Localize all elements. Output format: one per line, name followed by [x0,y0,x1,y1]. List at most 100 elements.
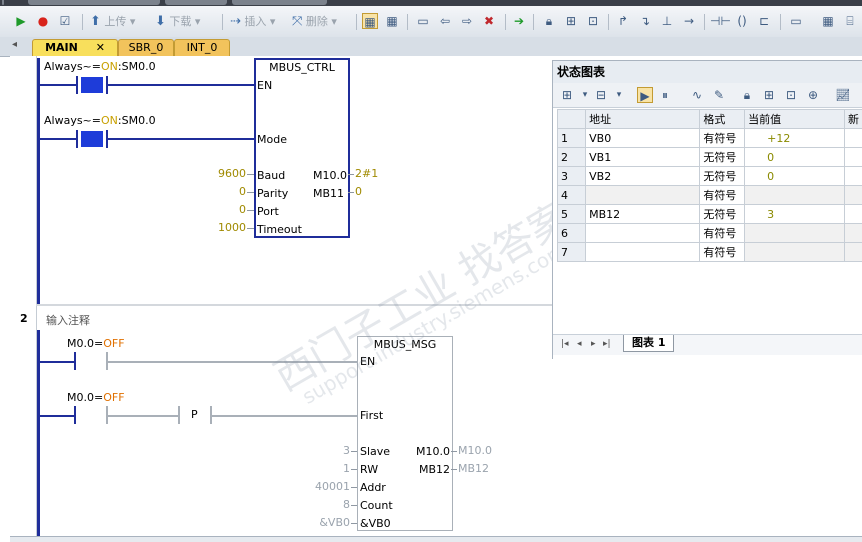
address-cell[interactable] [586,224,700,243]
delete-button[interactable]: ⤧ 删除 ▾ [292,12,337,32]
table-row[interactable]: 6 有符号 [558,224,862,243]
address-cell[interactable]: VB2 [586,167,700,186]
error-value[interactable]: 0 [355,185,362,198]
go-icon[interactable]: ➔ [511,13,527,29]
line-right-icon[interactable]: → [681,13,697,29]
new-value-cell[interactable] [844,167,862,186]
timeout-value[interactable]: 1000 [200,221,246,234]
lock-icon[interactable]: 🔒︎ [541,13,557,29]
chart-icon[interactable]: 📈︎ [835,87,851,103]
trend-icon[interactable]: ∿ [689,87,705,103]
contact-icon[interactable]: ⊣⊢ [710,13,726,29]
format-cell[interactable]: 无符号 [700,167,745,186]
branch-up-icon[interactable]: ↱ [615,13,631,29]
lock-icon[interactable]: 🔒︎ [739,87,755,103]
address-cell[interactable]: MB12 [586,205,700,224]
insert-button[interactable]: ⇢ 插入 ▾ [230,12,275,32]
baud-value[interactable]: 9600 [200,167,246,180]
tab-sbr0[interactable]: SBR_0 [118,39,174,56]
program-status-icon[interactable]: ▦ [362,13,378,29]
table-row[interactable]: 4 有符号 [558,186,862,205]
contact-on-indicator[interactable] [81,131,103,147]
column-header[interactable]: 当前值 [745,110,845,129]
tab-chart-1[interactable]: 图表 1 [623,335,674,352]
force-icon[interactable]: ⊡ [783,87,799,103]
done-value[interactable]: 2#1 [355,167,378,180]
new-value-cell[interactable] [844,148,862,167]
force-icon[interactable]: ⊡ [585,13,601,29]
format-cell[interactable]: 有符号 [700,224,745,243]
upload-button[interactable]: ⬆ 上传 ▾ [90,12,135,32]
stop-icon[interactable]: ● [35,13,51,29]
tab-int0[interactable]: INT_0 [174,39,230,56]
format-cell[interactable]: 无符号 [700,205,745,224]
error-value[interactable]: MB12 [458,462,489,475]
pause-icon[interactable]: ⏸ [657,87,673,103]
pencil-icon[interactable]: ✎ [711,87,727,103]
address-cell[interactable] [586,186,700,205]
close-icon[interactable]: ✕ [96,41,105,54]
forward-icon[interactable]: ⇨ [459,13,475,29]
symbol-table-icon[interactable]: ▦ [820,13,836,29]
run-icon[interactable]: ▶ [13,13,29,29]
count-value[interactable]: 8 [300,498,350,511]
addr-value[interactable]: 40001 [300,480,350,493]
back-icon[interactable]: ⇦ [437,13,453,29]
add-row-icon[interactable]: ⊞ [559,87,575,103]
line-up-icon[interactable]: ⊥ [659,13,675,29]
column-header[interactable]: 地址 [586,110,700,129]
dropdown-icon[interactable]: ▾ [577,87,593,103]
box-icon[interactable]: ⊏ [756,13,772,29]
new-value-cell[interactable] [844,129,862,148]
parity-value[interactable]: 0 [200,185,246,198]
branch-down-icon[interactable]: ↴ [637,13,653,29]
address-icon[interactable]: ⌸ [842,13,858,29]
column-header[interactable]: 格式 [700,110,745,129]
tab-scroll-left-icon[interactable]: ◂ [12,39,17,50]
last-tab-icon[interactable]: ▸| [603,339,611,349]
address-cell[interactable]: VB0 [586,129,700,148]
table-row[interactable]: 5 MB12 无符号 3 [558,205,862,224]
read-all-icon[interactable]: ⊕ [805,87,821,103]
compile-icon[interactable]: ☑ [57,13,73,29]
column-header[interactable]: 新 [844,110,862,129]
comment-icon[interactable]: ▭ [788,13,804,29]
done-value[interactable]: M10.0 [458,444,492,457]
new-value-cell[interactable] [844,205,862,224]
dataptr-value[interactable]: &VB0 [300,516,350,529]
status-chart-table[interactable]: 地址 格式 当前值 新 1 VB0 有符号 +12 2 VB1 无符号 0 [557,109,862,262]
network-comment[interactable]: 输入注释 [46,312,90,328]
format-cell[interactable]: 有符号 [700,243,745,262]
status-chart-window[interactable]: 状态图表 ⊞ ▾ ⊟ ▾ ▶ ⏸ ∿ ✎ 🔒︎ ⊞ ⊡ ⊕ 📈︎ 地址 格式 当… [552,60,862,359]
clear-icon[interactable]: ✖ [481,13,497,29]
chart-status-icon[interactable]: ▦ [384,13,400,29]
format-cell[interactable]: 有符号 [700,186,745,205]
unlock-icon[interactable]: ⊞ [761,87,777,103]
new-value-cell[interactable] [844,224,862,243]
run-monitor-icon[interactable]: ▶ [637,87,653,103]
address-cell[interactable] [586,243,700,262]
window-icon[interactable]: ▭ [415,13,431,29]
next-tab-icon[interactable]: ▸ [591,339,596,349]
prev-tab-icon[interactable]: ◂ [577,339,582,349]
port-value[interactable]: 0 [200,203,246,216]
format-cell[interactable]: 无符号 [700,148,745,167]
editor-bottom-scrollbar[interactable] [10,536,862,542]
table-row[interactable]: 7 有符号 [558,243,862,262]
first-tab-icon[interactable]: |◂ [561,339,569,349]
format-cell[interactable]: 有符号 [700,129,745,148]
contact-on-indicator[interactable] [81,77,103,93]
tab-main[interactable]: MAIN ✕ [32,39,118,56]
table-row[interactable]: 1 VB0 有符号 +12 [558,129,862,148]
slave-value[interactable]: 3 [300,444,350,457]
new-value-cell[interactable] [844,243,862,262]
rw-value[interactable]: 1 [300,462,350,475]
download-button[interactable]: ⬇ 下载 ▾ [155,12,200,32]
coil-icon[interactable]: () [734,13,750,29]
dropdown-icon[interactable]: ▾ [611,87,627,103]
table-row[interactable]: 3 VB2 无符号 0 [558,167,862,186]
insert-row-icon[interactable]: ⊟ [593,87,609,103]
mbus-ctrl-block[interactable]: MBUS_CTRL EN Mode Baud Parity Port Timeo… [254,58,350,238]
table-row[interactable]: 2 VB1 无符号 0 [558,148,862,167]
unlock-icon[interactable]: ⊞ [563,13,579,29]
